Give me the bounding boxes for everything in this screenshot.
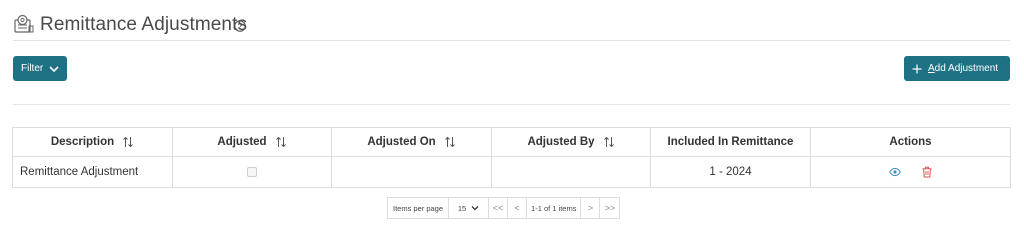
- cell-adjusted: [172, 156, 332, 188]
- add-adjustment-button[interactable]: Add Adjustment: [904, 56, 1010, 81]
- add-adjustment-label-rest: dd Adjustment: [934, 63, 999, 74]
- cell-adjusted-on: [331, 156, 492, 188]
- row-actions: [811, 166, 1010, 178]
- column-label: Actions: [889, 136, 932, 148]
- column-header-actions: Actions: [810, 127, 1011, 157]
- chevron-down-icon: [49, 65, 59, 72]
- column-label: Adjusted By: [527, 136, 595, 149]
- column-header-adjusted[interactable]: Adjusted: [172, 127, 332, 157]
- column-header-included-in-remittance: Included In Remittance: [650, 127, 811, 157]
- adjustments-table: Description Adjusted Adjusted On Adjuste…: [12, 127, 1011, 188]
- sort-icon[interactable]: [275, 136, 287, 148]
- sort-icon[interactable]: [444, 136, 456, 148]
- delete-icon[interactable]: [921, 166, 933, 178]
- filter-label: Filter: [21, 63, 44, 74]
- plus-icon: [912, 64, 922, 73]
- items-per-page-value: 15: [457, 203, 467, 213]
- adjusted-checkbox[interactable]: [247, 166, 257, 177]
- remittance-icon: [14, 14, 34, 33]
- column-label: Adjusted: [217, 136, 267, 149]
- column-header-adjusted-by[interactable]: Adjusted By: [491, 127, 651, 157]
- cell-actions: [810, 156, 1011, 188]
- cell-included-in-remittance: 1 - 2024: [650, 156, 811, 188]
- view-icon[interactable]: [888, 166, 901, 178]
- table-row: Remittance Adjustment 1 - 2024: [12, 156, 1011, 188]
- last-page-button[interactable]: >>: [600, 198, 619, 218]
- table-header-row: Description Adjusted Adjusted On Adjuste…: [12, 127, 1011, 157]
- sort-icon[interactable]: [122, 136, 134, 148]
- column-label: Included In Remittance: [667, 136, 794, 148]
- add-adjustment-accel: A: [928, 63, 935, 74]
- items-per-page-select[interactable]: 15: [449, 198, 490, 218]
- sort-icon[interactable]: [603, 136, 615, 148]
- cell-description: Remittance Adjustment: [12, 156, 173, 188]
- first-page-button[interactable]: <<: [489, 198, 509, 218]
- chevron-down-icon: [471, 206, 479, 211]
- items-per-page-label: Items per page: [388, 198, 450, 218]
- column-label: Description: [50, 136, 115, 149]
- next-page-button[interactable]: >: [581, 198, 601, 218]
- prev-page-button[interactable]: <: [508, 198, 528, 218]
- column-header-adjusted-on[interactable]: Adjusted On: [331, 127, 492, 157]
- column-label: Adjusted On: [367, 136, 436, 149]
- pagination-info: 1-1 of 1 items: [527, 198, 582, 218]
- add-adjustment-label: Add Adjustment: [928, 63, 998, 74]
- pagination: Items per page 15 << < 1-1 of 1 items > …: [387, 197, 621, 219]
- filter-button[interactable]: Filter: [13, 56, 67, 81]
- cell-adjusted-by: [491, 156, 651, 188]
- page-title: Remittance Adjustments: [40, 14, 248, 35]
- page-header: Remittance Adjustments: [13, 10, 1010, 41]
- column-header-description[interactable]: Description: [12, 127, 173, 157]
- toolbar: Filter Add Adjustment: [13, 56, 1010, 81]
- help-icon[interactable]: [234, 20, 246, 32]
- divider: [13, 104, 1010, 105]
